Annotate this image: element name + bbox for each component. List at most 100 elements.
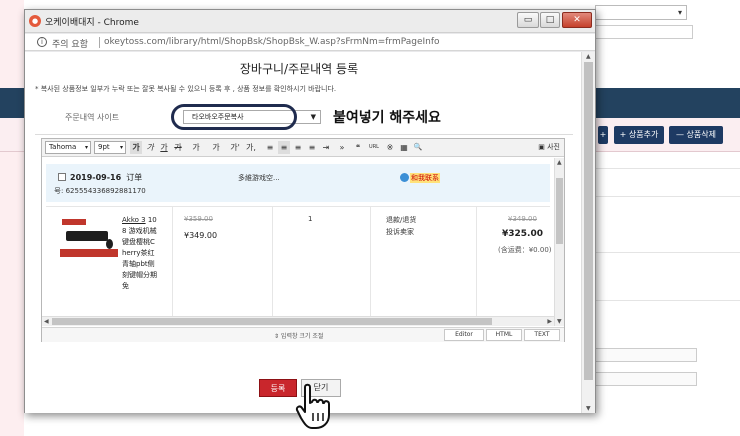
site-label: 주문내역 사이트 <box>65 113 120 122</box>
italic-button[interactable]: 가 <box>144 141 156 154</box>
security-warning[interactable]: 주의 요함 <box>52 37 88 50</box>
editor-footer: ⇕ 입력창 크기 조절 Editor HTML TEXT <box>42 327 564 342</box>
bg-color-button[interactable]: 가 <box>208 141 224 154</box>
tab-html[interactable]: HTML <box>486 329 522 341</box>
align-center-button[interactable]: ≡ <box>278 141 290 154</box>
editor-vertical-scrollbar[interactable]: ▲ ▼ <box>554 158 564 326</box>
scroll-down-icon[interactable]: ▼ <box>586 405 591 412</box>
chevron-down-icon: ▾ <box>119 144 123 151</box>
submit-button[interactable]: 등록 <box>259 379 297 397</box>
info-icon[interactable]: i <box>37 37 47 47</box>
original-price: ¥359.00 <box>184 215 213 223</box>
font-size-select[interactable]: 9pt ▾ <box>94 141 126 154</box>
chrome-popup-window: ● 오케이배대지 - Chrome ▭ □ ✕ i 주의 요함 okeytoss… <box>24 9 596 429</box>
more-button[interactable]: » <box>336 141 348 154</box>
scrollbar-thumb[interactable] <box>556 178 563 244</box>
tab-text[interactable]: TEXT <box>524 329 560 341</box>
contact-seller-link[interactable]: 和我联系 <box>410 173 440 183</box>
background-add-button-partial[interactable]: + <box>598 126 608 144</box>
total-price: ¥325.00 <box>502 229 543 239</box>
order-header: 2019-09-16 订单 号: 625554336892881170 多維游戏… <box>46 164 550 202</box>
background-input[interactable] <box>595 348 697 362</box>
product-title-head[interactable]: Akko 3 <box>122 216 146 224</box>
editor-document[interactable]: 2019-09-16 订单 号: 625554336892881170 多維游戏… <box>42 158 554 316</box>
refund-link[interactable]: 退款/退货 <box>386 215 416 225</box>
column-divider <box>172 207 173 316</box>
table-button[interactable]: ▦ <box>398 141 410 154</box>
background-input[interactable] <box>595 372 697 386</box>
text-color-button[interactable]: 가 <box>188 141 204 154</box>
strikethrough-button[interactable]: 가 <box>172 141 184 154</box>
scroll-left-icon[interactable]: ◀ <box>44 318 49 325</box>
background-select[interactable]: ▾ <box>595 5 687 20</box>
site-favicon-icon: ● <box>29 15 41 27</box>
order-number: 号: 625554336892881170 <box>54 187 146 195</box>
address-bar[interactable]: i 주의 요함 okeytoss.com/library/html/ShopBs… <box>25 34 595 51</box>
background-divider <box>595 252 740 253</box>
align-left-button[interactable]: ≡ <box>264 141 276 154</box>
indent-button[interactable]: ⇥ <box>320 141 332 154</box>
background-divider <box>595 168 740 169</box>
quote-button[interactable]: ❝ <box>352 141 364 154</box>
search-icon[interactable]: 🔍 <box>412 141 424 154</box>
background-input[interactable] <box>595 25 693 39</box>
editor-toolbar: Tahoma ▾ 9pt ▾ 가 가 가 가 가 가 가' 가, ≡ ≡ ≡ ≡ <box>42 139 564 157</box>
scroll-up-icon[interactable]: ▲ <box>586 53 591 60</box>
order-checkbox[interactable] <box>58 173 66 181</box>
rich-text-editor[interactable]: Tahoma ▾ 9pt ▾ 가 가 가 가 가 가 가' 가, ≡ ≡ ≡ ≡ <box>41 138 565 342</box>
add-product-button[interactable]: + 상품추가 <box>614 126 664 144</box>
underline-button[interactable]: 가 <box>158 141 170 154</box>
order-label: 订单 <box>126 173 143 182</box>
close-window-button[interactable]: ✕ <box>562 12 592 28</box>
mouse-graphic <box>106 239 113 249</box>
product-title-rest[interactable]: 108 游戏机械键盘樱桃Cherry茶红青轴pbt侧刻键帽分期免 <box>122 216 157 290</box>
photo-label: 사진 <box>547 143 560 151</box>
window-title: 오케이배대지 - Chrome <box>45 18 139 28</box>
divider <box>35 134 573 135</box>
resize-handle[interactable]: ⇕ 입력창 크기 조절 <box>274 331 323 340</box>
justify-button[interactable]: ≡ <box>306 141 318 154</box>
scrollbar-thumb[interactable] <box>584 62 593 380</box>
column-divider <box>370 207 371 316</box>
wangwang-chat-icon[interactable] <box>400 173 409 182</box>
editor-horizontal-scrollbar[interactable]: ◀ ▶ <box>42 316 554 326</box>
shipping-info: (含运费：¥0.00) <box>498 246 552 254</box>
chevron-down-icon: ▼ <box>310 113 316 121</box>
popup-vertical-scrollbar[interactable]: ▲ ▼ <box>581 52 595 413</box>
address-separator <box>99 37 100 48</box>
font-family-value: Tahoma <box>49 143 77 151</box>
keyboard-graphic <box>66 231 108 241</box>
paste-hint-annotation: 붙여넣기 해주세요 <box>333 110 441 126</box>
special-char-button[interactable]: ※ <box>384 141 396 154</box>
link-button[interactable]: URL <box>366 141 382 154</box>
product-title-link[interactable]: Akko 3 108 游戏机械键盘樱桃Cherry茶红青轴pbt侧刻键帽分期免 <box>122 215 158 292</box>
order-date-value: 2019-09-16 <box>70 173 122 182</box>
product-thumbnail[interactable] <box>60 215 118 271</box>
restore-button[interactable]: □ <box>540 12 560 28</box>
scroll-down-icon[interactable]: ▼ <box>557 318 562 325</box>
minimize-button[interactable]: ▭ <box>517 12 539 28</box>
notice-text: * 복사된 상품정보 일부가 누락 또는 잘못 복사될 수 있으니 등록 후 ,… <box>35 85 337 93</box>
photo-button[interactable]: ▣ 사진 <box>538 141 560 154</box>
complaint-link[interactable]: 投诉卖家 <box>386 227 414 237</box>
background-divider <box>595 196 740 197</box>
font-size-value: 9pt <box>98 143 110 151</box>
hand-pointer-icon <box>295 383 330 429</box>
order-date: 2019-09-16 订单 <box>70 172 142 183</box>
url-text[interactable]: okeytoss.com/library/html/ShopBsk/ShopBs… <box>104 37 440 47</box>
delete-product-button[interactable]: — 상품삭제 <box>669 126 723 144</box>
tab-editor[interactable]: Editor <box>444 329 484 341</box>
popup-content: 장바구니/주문내역 등록 * 복사된 상품정보 일부가 누락 또는 잘못 복사될… <box>25 52 595 429</box>
align-right-button[interactable]: ≡ <box>292 141 304 154</box>
quantity: 1 <box>308 215 313 223</box>
scrollbar-thumb[interactable] <box>52 318 492 325</box>
thumbnail-graphic <box>62 219 86 225</box>
font-family-select[interactable]: Tahoma ▾ <box>45 141 91 154</box>
subscript-button[interactable]: 가, <box>244 141 258 154</box>
scroll-up-icon[interactable]: ▲ <box>557 159 562 166</box>
bold-button[interactable]: 가 <box>130 141 142 154</box>
scroll-right-icon[interactable]: ▶ <box>547 318 552 325</box>
superscript-button[interactable]: 가' <box>228 141 242 154</box>
shop-name[interactable]: 多維游戏空... <box>238 173 280 183</box>
thumbnail-graphic <box>60 249 118 257</box>
